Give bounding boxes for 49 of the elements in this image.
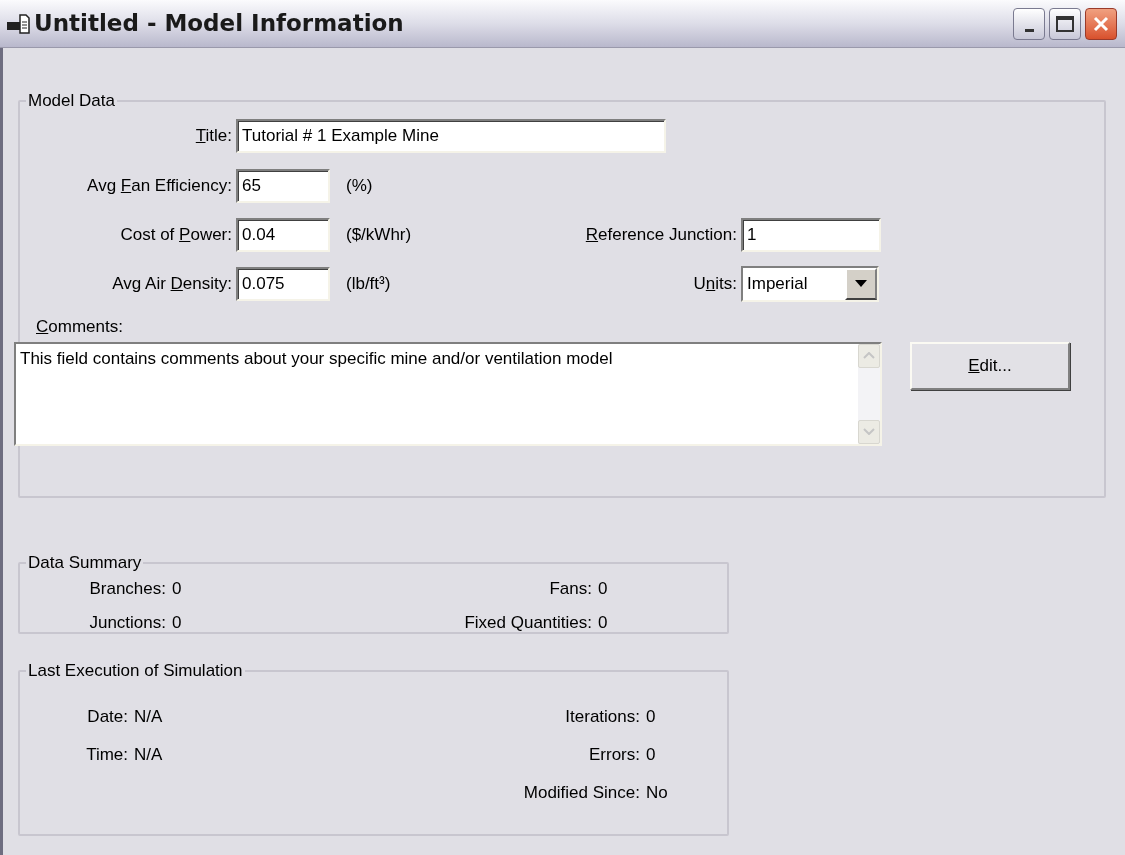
comments-textarea[interactable]: This field contains comments about your specific mine and/or ventilation model — [14, 341, 882, 446]
summary-label: Junctions: — [89, 611, 166, 634]
field-label: Title: — [195, 124, 232, 147]
summary-value: 0 — [646, 744, 656, 764]
summary-value: No — [646, 782, 668, 802]
text-field[interactable]: Tutorial # 1 Example Mine — [236, 118, 666, 153]
field-label: Cost of Power: — [120, 223, 232, 246]
summary-value: 0 — [172, 578, 182, 598]
close-icon — [1092, 14, 1110, 33]
field-label: Reference Junction: — [585, 223, 737, 246]
group-title: Last Execution of Simulation — [27, 660, 244, 682]
unit-label: ($/kWhr) — [346, 224, 412, 244]
summary-label: Errors: — [589, 743, 640, 766]
edit-button[interactable]: Edit... — [910, 341, 1070, 390]
summary-value: 0 — [646, 706, 656, 726]
summary-label: Branches: — [89, 577, 166, 600]
summary-label: Time: — [86, 743, 128, 766]
summary-value: N/A — [134, 706, 163, 726]
summary-label: Date: — [87, 705, 128, 728]
scroll-up-icon — [863, 352, 875, 359]
minimize-icon — [1024, 28, 1034, 32]
text-field[interactable]: 1 — [741, 217, 881, 252]
group-title: Model Data — [27, 90, 116, 112]
text-field[interactable]: 0.075 — [236, 266, 330, 301]
field-label: Comments: — [36, 316, 123, 336]
unit-label: (%) — [346, 174, 373, 197]
field-label: Units: — [693, 272, 737, 295]
field-label: Avg Air Density: — [112, 272, 232, 295]
text-field[interactable]: 65 — [236, 168, 330, 203]
window-title: Untitled - Model Information — [34, 9, 404, 39]
summary-value: 0 — [598, 578, 608, 598]
summary-label: Fans: — [549, 577, 592, 600]
summary-value: N/A — [134, 744, 163, 764]
summary-label: Modified Since: — [523, 781, 640, 804]
units-dropdown[interactable]: Imperial — [741, 265, 879, 302]
scroll-down-icon — [863, 428, 875, 435]
minimize-button[interactable] — [1013, 7, 1045, 40]
maximize-button[interactable] — [1049, 7, 1081, 40]
document-icon — [6, 12, 30, 35]
summary-label: Fixed Quantities: — [464, 611, 592, 634]
summary-value: 0 — [172, 612, 182, 632]
text-field[interactable]: 0.04 — [236, 217, 330, 252]
close-button[interactable] — [1085, 7, 1117, 40]
field-label: Avg Fan Efficiency: — [87, 174, 232, 197]
summary-value: 0 — [598, 612, 608, 632]
unit-label: (lb/ft³) — [346, 273, 391, 293]
summary-label: Iterations: — [565, 705, 640, 728]
maximize-icon — [1056, 15, 1074, 32]
group-title: Data Summary — [27, 552, 143, 574]
